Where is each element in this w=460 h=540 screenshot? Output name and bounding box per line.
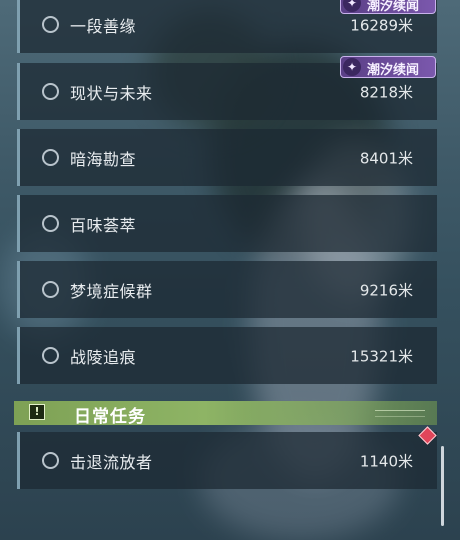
section-title: 日常任务	[74, 407, 146, 427]
exclamation-icon: !	[29, 404, 45, 420]
quest-row[interactable]: 战陵追痕 15321米	[17, 327, 437, 384]
header-decoration	[375, 410, 425, 417]
tide-event-tag: ✦ 潮汐续闻	[340, 56, 436, 78]
quest-name: 击退流放者	[70, 452, 153, 472]
quest-radio-icon[interactable]	[42, 281, 59, 298]
tide-event-tag: ✦ 潮汐续闻	[340, 0, 436, 14]
quest-radio-icon[interactable]	[42, 149, 59, 166]
quest-radio-icon[interactable]	[42, 83, 59, 100]
quest-radio-icon[interactable]	[42, 16, 59, 33]
quest-tracker-screen: 一段善缘 16289米 ✦ 潮汐续闻 现状与未来 8218米 ✦ 潮汐续闻 暗海…	[0, 0, 460, 540]
quest-row[interactable]: 暗海勘查 8401米	[17, 129, 437, 186]
wave-icon: ✦	[343, 0, 361, 12]
quest-radio-icon[interactable]	[42, 215, 59, 232]
quest-name: 暗海勘查	[70, 149, 137, 169]
scrollbar[interactable]	[441, 446, 444, 526]
quest-distance: 1140米	[359, 452, 413, 470]
daily-quest-row[interactable]: 击退流放者 1140米	[17, 432, 437, 489]
quest-name: 一段善缘	[70, 16, 137, 36]
wave-icon: ✦	[343, 58, 361, 76]
quest-name: 现状与未来	[70, 83, 153, 103]
quest-distance: 8218米	[359, 83, 413, 101]
quest-name: 百味荟萃	[70, 215, 137, 235]
quest-row[interactable]: 梦境症候群 9216米	[17, 261, 437, 318]
quest-name: 梦境症候群	[70, 281, 153, 301]
quest-row[interactable]: 百味荟萃	[17, 195, 437, 252]
quest-list: 一段善缘 16289米 ✦ 潮汐续闻 现状与未来 8218米 ✦ 潮汐续闻 暗海…	[0, 0, 460, 540]
quest-distance: 9216米	[359, 281, 413, 299]
quest-distance: 8401米	[359, 149, 413, 167]
quest-name: 战陵追痕	[70, 347, 137, 367]
scrollbar-thumb[interactable]	[441, 446, 444, 526]
quest-distance: 16289米	[350, 16, 413, 34]
quest-radio-icon[interactable]	[42, 347, 59, 364]
quest-radio-icon[interactable]	[42, 452, 59, 469]
daily-section-header[interactable]: ! 日常任务	[14, 401, 437, 427]
quest-distance: 15321米	[350, 347, 413, 365]
